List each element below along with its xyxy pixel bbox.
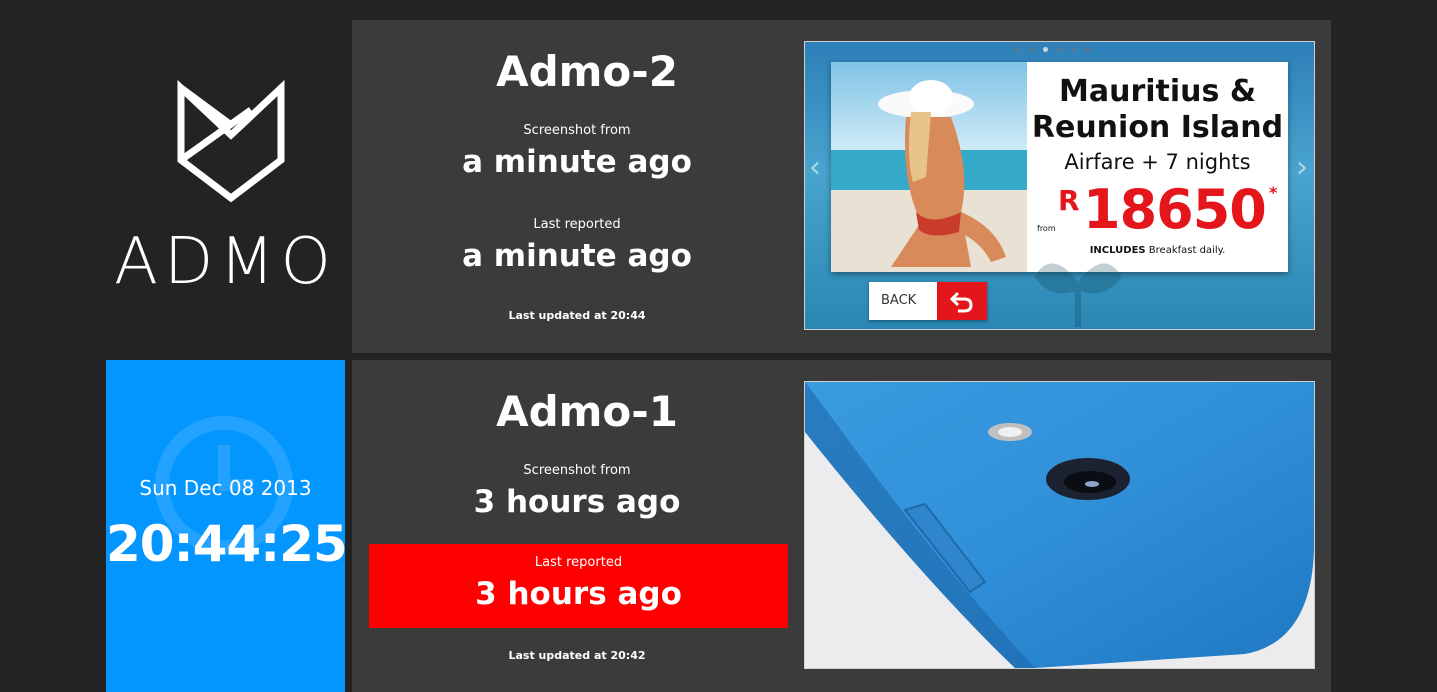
device-screenshot[interactable] [804,381,1315,669]
last-updated: Last updated at 20:42 [508,649,646,662]
reported-label: Last reported [534,555,623,570]
ad-price: 18650 [1083,178,1267,241]
device-panel-admo-2: Admo-2 Screenshot from a minute ago Last… [352,20,1331,353]
carousel-dots [1015,47,1090,52]
admo-logo-icon [177,80,285,203]
clock-time: 20:44:25 [106,515,345,573]
device-screenshot[interactable]: ‹ › Mauritius & Reunion Island Airfare +… [804,41,1315,330]
device-name: Admo-2 [496,47,678,96]
back-button[interactable]: BACK [869,282,987,320]
reported-time: 3 hours ago [475,576,682,612]
back-button-label: BACK [881,293,917,308]
ad-subtitle: Airfare + 7 nights [1064,150,1251,174]
clock-tile: Sun Dec 08 2013 20:44:25 [106,360,345,692]
ad-card: Mauritius & Reunion Island Airfare + 7 n… [831,62,1288,272]
device-name: Admo-1 [496,387,678,436]
screenshot-time: a minute ago [462,144,692,180]
beach-photo [831,62,1027,272]
logo-text: ADMO [114,225,337,299]
carousel-prev-icon: ‹ [809,150,821,185]
back-arrow-icon [937,282,987,320]
screenshot-label: Screenshot from [523,463,631,478]
reported-label: Last reported [533,217,621,232]
ad-title: Mauritius & Reunion Island [1031,74,1284,145]
reported-alert: Last reported 3 hours ago [369,544,788,628]
last-updated: Last updated at 20:44 [508,309,646,322]
ad-asterisk: * [1269,183,1278,202]
carousel-next-icon: › [1296,150,1308,185]
screenshot-label: Screenshot from [523,123,631,138]
device-panel-admo-1: Admo-1 Screenshot from 3 hours ago Last … [352,360,1331,692]
ad-currency: R [1058,184,1080,217]
leaf-icon [1034,263,1122,327]
admo-logo: ADMO [106,20,345,353]
clock-date: Sun Dec 08 2013 [139,476,312,500]
blue-phone-photo [805,382,1314,668]
ad-from: from [1037,224,1056,233]
reported-time: a minute ago [462,238,692,274]
screenshot-time: 3 hours ago [473,484,681,520]
